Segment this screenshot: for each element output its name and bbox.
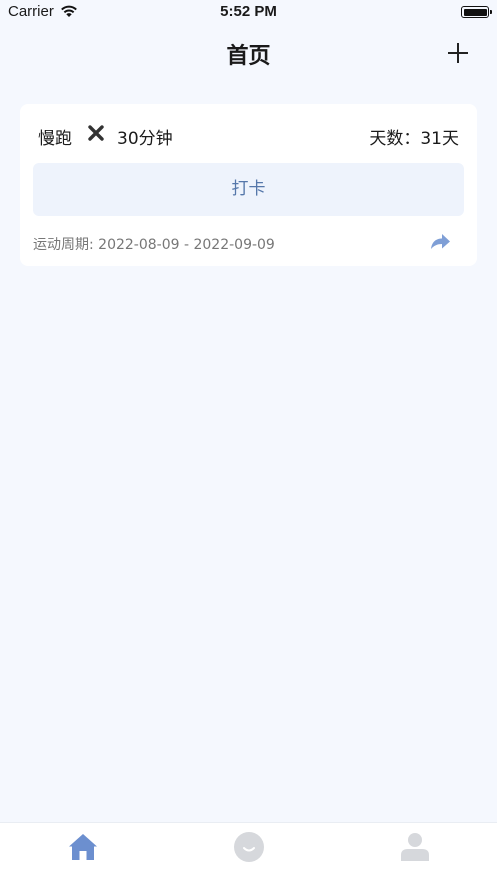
clock: 5:52 PM	[220, 3, 277, 20]
share-icon[interactable]	[429, 232, 451, 252]
page-title: 首页	[226, 44, 271, 69]
tab-mood[interactable]	[166, 823, 331, 883]
add-button[interactable]	[445, 40, 471, 66]
exercise-duration: 30分钟	[117, 129, 173, 149]
times-icon	[88, 125, 104, 141]
exercise-card: 慢跑 30分钟 天数：31天 打卡 运动周期: 2022-08-09 - 202…	[20, 104, 477, 266]
tab-profile[interactable]	[332, 823, 497, 883]
days-count: 天数：31天	[369, 129, 459, 149]
home-icon	[68, 834, 97, 860]
battery-icon	[461, 6, 492, 18]
exercise-period: 运动周期: 2022-08-09 - 2022-09-09	[33, 237, 275, 253]
tab-bar	[0, 822, 497, 883]
status-bar: Carrier 5:52 PM	[0, 0, 497, 26]
checkin-button[interactable]: 打卡	[33, 163, 464, 216]
user-icon	[400, 833, 429, 861]
smile-icon	[233, 832, 264, 862]
exercise-name: 慢跑	[38, 129, 72, 149]
tab-home[interactable]	[0, 823, 165, 883]
